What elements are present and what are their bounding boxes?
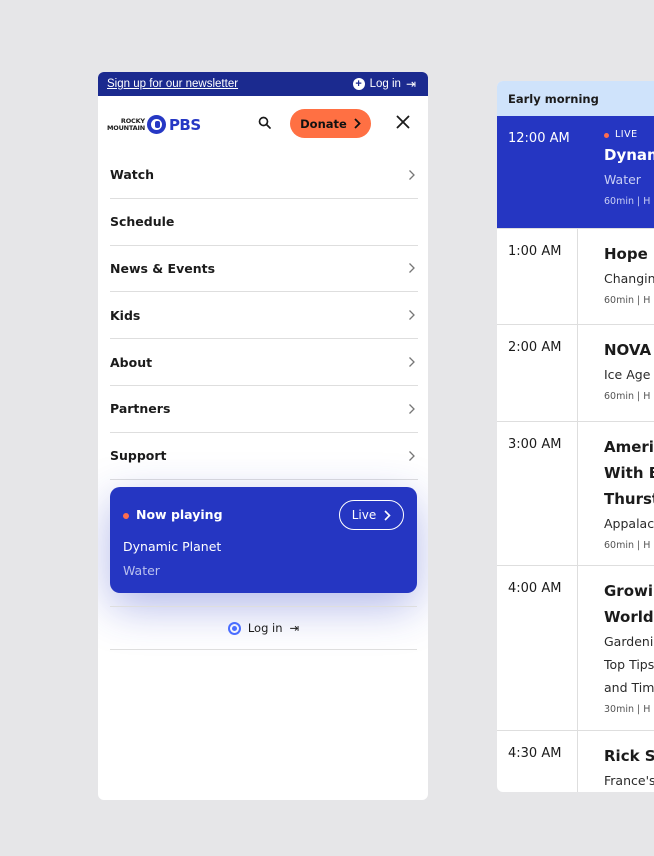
- schedule-row[interactable]: 4:00 AM Growin World Gardeni Top Tips an…: [497, 566, 654, 731]
- donate-button[interactable]: Donate: [290, 109, 371, 138]
- schedule-row[interactable]: 4:30 AM Rick St France's: [497, 731, 654, 792]
- program-episode: Appalac: [604, 516, 654, 531]
- row-divider: [577, 731, 578, 792]
- nav-item-about[interactable]: About: [110, 339, 418, 386]
- now-playing-label: Now playing: [136, 507, 223, 522]
- nav-item-label: Kids: [110, 307, 141, 323]
- menu-header: ROCKY MOUNTAIN PBS Donate: [98, 96, 428, 152]
- schedule-section-header: Early morning: [497, 81, 654, 116]
- live-dot-icon: [604, 132, 609, 138]
- nav-item-partners[interactable]: Partners: [110, 386, 418, 433]
- program-title-line: With B: [604, 464, 654, 482]
- live-dot-icon: [123, 513, 129, 519]
- program-meta: 60min | H: [604, 391, 651, 402]
- row-divider: [577, 566, 578, 730]
- program-episode: Water: [604, 172, 641, 187]
- program-title: NOVA: [604, 341, 652, 359]
- logo-brand: PBS: [168, 115, 201, 134]
- program-episode-line: Gardeni: [604, 634, 654, 649]
- program-episode: Ice Age: [604, 367, 651, 382]
- chevron-right-icon: [409, 263, 415, 274]
- donate-label: Donate: [300, 116, 347, 131]
- live-badge: LIVE: [604, 128, 654, 142]
- schedule-row[interactable]: 12:00 AM LIVE Dynam Water 60min | H: [497, 116, 654, 229]
- row-divider: [577, 229, 578, 324]
- program-title: Hope i: [604, 245, 654, 263]
- login-arrow-icon: ⇥: [405, 77, 416, 91]
- schedule-time: 4:30 AM: [508, 746, 562, 761]
- chevron-right-icon: [409, 450, 415, 461]
- bottom-login-label: Log in: [247, 621, 283, 635]
- program-title: Rick St: [604, 747, 654, 765]
- program-title: Dynam: [604, 146, 654, 164]
- program-episode-line: and Tim: [604, 680, 654, 695]
- row-divider: [577, 325, 578, 421]
- nav-item-label: Watch: [110, 167, 155, 183]
- now-playing-card[interactable]: Now playing Live Dynamic Planet Water: [110, 487, 417, 593]
- pbs-account-icon: [227, 621, 241, 635]
- program-title-line: World: [604, 608, 654, 626]
- nav-item-label: Schedule: [110, 214, 175, 230]
- program-meta: 60min | H: [604, 295, 651, 306]
- mobile-menu-panel: Sign up for our newsletter + Log in ⇥ RO…: [98, 72, 428, 800]
- row-divider: [577, 116, 578, 228]
- program-meta: 30min | H: [604, 704, 651, 715]
- nav-item-label: Support: [110, 448, 167, 464]
- schedule-row[interactable]: 3:00 AM Americ With B Thurst Appalac 60m…: [497, 422, 654, 566]
- schedule-time: 1:00 AM: [508, 244, 562, 259]
- top-login-button[interactable]: + Log in ⇥: [352, 77, 416, 91]
- program-episode: Changin: [604, 271, 654, 286]
- top-login-label: Log in: [369, 78, 401, 90]
- program-meta: 60min | H: [604, 540, 651, 551]
- chevron-right-icon: [354, 118, 361, 129]
- search-button[interactable]: [258, 116, 272, 130]
- newsletter-signup-link[interactable]: Sign up for our newsletter: [107, 78, 238, 90]
- nav-item-watch[interactable]: Watch: [110, 152, 418, 199]
- program-title-line: Americ: [604, 438, 654, 456]
- live-button-label: Live: [351, 508, 377, 522]
- logo-station-name: ROCKY MOUNTAIN: [107, 118, 145, 131]
- now-playing-show: Dynamic Planet: [123, 539, 222, 554]
- live-badge-label: LIVE: [615, 129, 638, 140]
- chevron-right-icon: [409, 357, 415, 368]
- program-meta: 60min | H: [604, 196, 651, 207]
- nav-item-news-events[interactable]: News & Events: [110, 246, 418, 293]
- nav-item-label: News & Events: [110, 260, 216, 276]
- nav-item-support[interactable]: Support: [110, 433, 418, 480]
- newsletter-bar: Sign up for our newsletter + Log in ⇥: [98, 72, 428, 96]
- schedule-time: 4:00 AM: [508, 581, 562, 596]
- schedule-time: 2:00 AM: [508, 340, 562, 355]
- schedule-row[interactable]: 2:00 AM NOVA Ice Age 60min | H: [497, 325, 654, 422]
- station-logo[interactable]: ROCKY MOUNTAIN PBS: [107, 115, 201, 134]
- pbs-head-icon: [146, 115, 166, 134]
- live-button[interactable]: Live: [339, 500, 404, 530]
- now-playing-episode: Water: [123, 563, 160, 578]
- search-icon: [258, 116, 271, 129]
- logo-line-2: MOUNTAIN: [107, 123, 145, 132]
- nav-item-schedule[interactable]: Schedule: [110, 199, 418, 246]
- close-menu-button[interactable]: [396, 114, 412, 130]
- schedule-time: 12:00 AM: [508, 131, 570, 146]
- chevron-right-icon: [409, 310, 415, 321]
- program-title-line: Thurst: [604, 490, 654, 508]
- login-arrow-icon: ⇥: [289, 621, 300, 635]
- schedule-panel: Early morning 12:00 AM LIVE Dynam Water …: [497, 81, 654, 792]
- close-icon: [396, 115, 410, 129]
- nav-item-label: About: [110, 354, 153, 370]
- nav-item-label: Partners: [110, 401, 171, 417]
- row-divider: [577, 422, 578, 565]
- schedule-time: 3:00 AM: [508, 437, 562, 452]
- schedule-row[interactable]: 1:00 AM Hope i Changin 60min | H: [497, 229, 654, 325]
- program-episode: France's: [604, 773, 654, 788]
- main-nav: Watch Schedule News & Events Kids About …: [98, 152, 428, 480]
- program-title-line: Growin: [604, 582, 654, 600]
- nav-item-kids[interactable]: Kids: [110, 292, 418, 340]
- chevron-right-icon: [409, 169, 415, 180]
- chevron-right-icon: [384, 509, 391, 521]
- pbs-account-icon: +: [352, 78, 365, 90]
- chevron-right-icon: [409, 403, 415, 414]
- bottom-login-button[interactable]: Log in ⇥: [110, 606, 417, 650]
- program-episode-line: Top Tips: [604, 657, 654, 672]
